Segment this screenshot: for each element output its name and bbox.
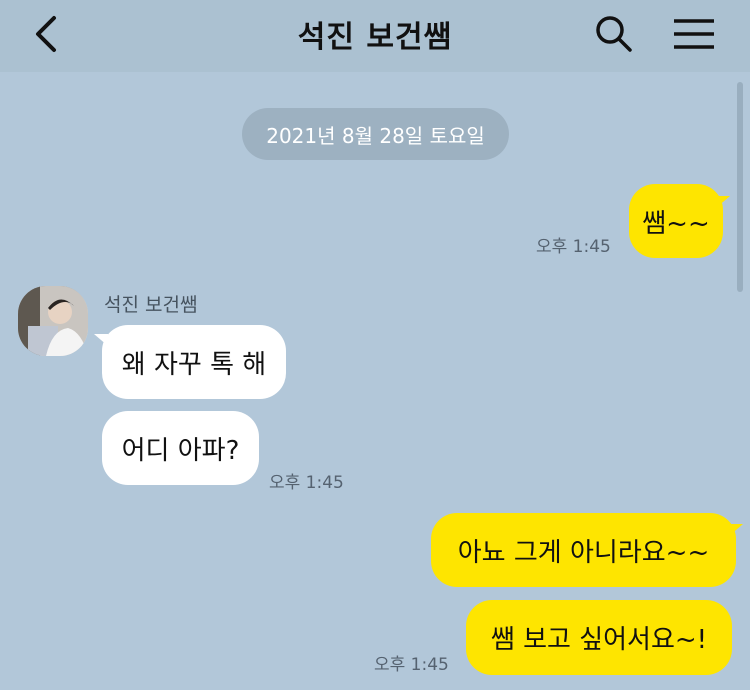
message-bubble-sent[interactable]: 아뇨 그게 아니라요~~	[431, 513, 736, 587]
search-button[interactable]	[590, 10, 638, 58]
profile-photo	[18, 286, 88, 356]
message-time: 오후 1:45	[269, 473, 344, 493]
message-time: 오후 1:45	[536, 237, 611, 257]
scrollbar[interactable]	[737, 82, 743, 292]
sender-name: 석진 보건쌤	[104, 294, 198, 316]
message-text: 왜 자꾸 톡 해	[121, 349, 267, 380]
bubble-tail	[729, 524, 743, 536]
message-bubble-received[interactable]: 왜 자꾸 톡 해	[102, 325, 286, 399]
message-time: 오후 1:45	[374, 655, 449, 675]
menu-button[interactable]	[668, 10, 720, 58]
message-text: 아뇨 그게 아니라요~~	[457, 537, 710, 568]
message-text: 어디 아파?	[121, 435, 240, 466]
chat-header: 석진 보건쌤	[0, 0, 750, 72]
bubble-tail	[716, 196, 730, 208]
avatar[interactable]	[18, 286, 88, 356]
message-bubble-sent[interactable]: 쌤~~	[629, 184, 723, 258]
date-text: 2021년 8월 28일 토요일	[266, 123, 485, 148]
message-bubble-sent[interactable]: 쌤 보고 싶어서요~!	[466, 600, 732, 675]
search-icon	[596, 16, 632, 52]
message-text: 쌤 보고 싶어서요~!	[490, 625, 708, 655]
bubble-tail	[94, 334, 108, 346]
message-text: 쌤~~	[642, 208, 710, 239]
message-bubble-received[interactable]: 어디 아파?	[102, 411, 259, 485]
date-divider: 2021년 8월 28일 토요일	[242, 108, 509, 160]
hamburger-menu-icon	[674, 19, 714, 49]
